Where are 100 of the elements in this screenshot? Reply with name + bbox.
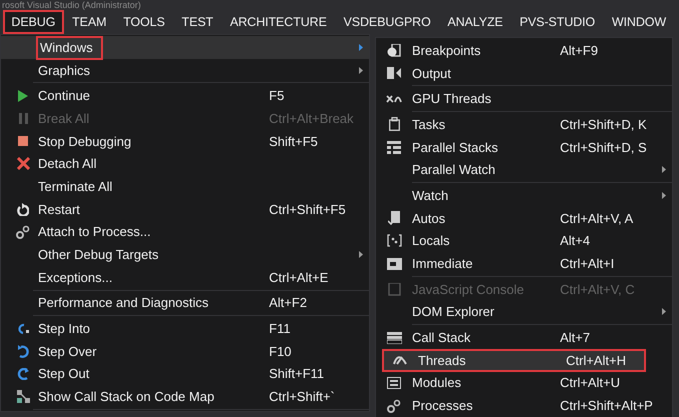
shortcut-text: Alt+F2	[269, 295, 307, 310]
pause-icon	[18, 112, 28, 124]
menu-item[interactable]: Call Stack Alt+7	[376, 326, 672, 349]
menu-item[interactable]: DOM Explorer	[376, 300, 672, 324]
menu-item-label: Parallel Watch	[412, 161, 496, 180]
play-icon	[18, 90, 28, 102]
menu-bar-item[interactable]: PVS-STUDIO	[511, 10, 604, 34]
menu-item-label: Step Into	[38, 320, 90, 338]
modules-icon	[387, 376, 401, 389]
menu-bar-item[interactable]: TOOLS	[114, 10, 174, 34]
menu-item[interactable]: Processes Ctrl+Shift+Alt+P	[376, 394, 672, 417]
menu-item[interactable]: Stop Debugging Shift+F5	[1, 130, 369, 152]
menu-item-label: Step Out	[38, 365, 90, 384]
menu-item-label: JavaScript Console	[412, 280, 524, 299]
shortcut-text: Ctrl+Alt+V, C	[560, 282, 635, 297]
menu-item[interactable]: Breakpoints Alt+F9	[376, 39, 672, 62]
menu-item[interactable]: Parallel Stacks Ctrl+Shift+D, S	[376, 136, 672, 158]
menu-item-label: Parallel Stacks	[412, 138, 498, 157]
menu-item[interactable]: Other Debug Targets	[1, 243, 369, 266]
shortcut-text: Alt+7	[560, 330, 590, 346]
menu-item-label: DOM Explorer	[412, 303, 494, 322]
step-over-icon	[17, 344, 29, 358]
document-icon	[388, 211, 400, 226]
menu-item[interactable]: Step Into F11	[1, 317, 369, 340]
menu-item-label: Break All	[38, 110, 90, 128]
menu-item[interactable]: Performance and Diagnostics Alt+F2	[1, 292, 369, 314]
menu-bar-item[interactable]: VSDEBUGPRO	[335, 10, 440, 34]
menu-item-label: Call Stack	[412, 329, 471, 348]
shortcut-text: Shift+F11	[269, 366, 324, 382]
menu-item[interactable]: Restart Ctrl+Shift+F5	[1, 198, 369, 220]
menu-item-label: Restart	[38, 200, 80, 219]
menu-item[interactable]: Immediate Ctrl+Alt+I	[376, 252, 672, 275]
menu-item[interactable]: Show Call Stack on Code Map Ctrl+Shift+`	[1, 385, 369, 408]
menu-item-label: Modules	[412, 374, 462, 392]
step-out-icon	[17, 368, 29, 380]
menu-item-label: Autos	[412, 210, 446, 228]
menu-item[interactable]: Threads Ctrl+Alt+H	[382, 348, 646, 372]
menu-item[interactable]: Graphics	[1, 58, 369, 82]
menu-item[interactable]: Locals Alt+4	[376, 230, 672, 252]
menu-item[interactable]: Modules Ctrl+Alt+U	[376, 372, 672, 394]
menu-item-label: Immediate	[412, 255, 473, 274]
menu-item[interactable]: Output	[376, 62, 672, 84]
shortcut-text: Ctrl+Shift+D, K	[560, 116, 647, 132]
menu-item-label: Attach to Process...	[38, 223, 151, 242]
menu-item[interactable]: Step Over F10	[1, 340, 369, 363]
menu-item[interactable]: Step Out Shift+F11	[1, 362, 369, 386]
window-icon	[386, 258, 402, 270]
restart-icon	[17, 202, 29, 216]
menu-item-label: Show Call Stack on Code Map	[38, 388, 214, 406]
shortcut-text: Ctrl+Shift+F5	[269, 202, 346, 217]
menu-item[interactable]: Parallel Watch	[376, 158, 672, 182]
shortcut-text: F5	[269, 88, 284, 104]
menu-item-label: Continue	[38, 87, 90, 106]
shortcut-text: Ctrl+Alt+V, A	[560, 210, 634, 226]
shortcut-text: Ctrl+Shift+Alt+P	[560, 398, 653, 414]
gears-icon	[16, 224, 30, 239]
brackets-icon	[386, 234, 402, 248]
menu-item-label: Breakpoints	[412, 42, 481, 60]
menu-item-label: Output	[412, 64, 452, 83]
menu-item[interactable]: Exceptions... Ctrl+Alt+E	[1, 266, 369, 289]
menu-item[interactable]: Tasks Ctrl+Shift+D, K	[376, 113, 672, 136]
menu-bar-item[interactable]: TEAM	[64, 10, 115, 34]
shortcut-text: Alt+F9	[560, 42, 598, 58]
shortcut-text: F11	[269, 321, 290, 336]
shortcut-text: Ctrl+Alt+Break	[269, 110, 354, 126]
gpu-threads-icon	[386, 94, 402, 104]
menu-item-label: Watch	[412, 186, 448, 205]
menu-item-label: Graphics	[38, 62, 90, 80]
gears-icon	[387, 398, 401, 413]
shortcut-text: Ctrl+Alt+E	[269, 270, 328, 285]
menu-item[interactable]: Terminate All	[1, 175, 369, 198]
menu-item[interactable]: Attach to Process...	[1, 220, 369, 244]
menu-item-label: Performance and Diagnostics	[38, 294, 209, 312]
shortcut-text: Ctrl+Alt+U	[560, 375, 620, 390]
menu-item-label: Threads	[418, 352, 466, 370]
menu-bar-item[interactable]: ANALYZE	[439, 10, 512, 34]
clipboard-icon	[388, 117, 400, 132]
menu-bar-item[interactable]: WINDOW	[603, 10, 674, 34]
menu-bar-item[interactable]: TEST	[173, 10, 222, 34]
window-title: rosoft Visual Studio (Administrator)	[1, 0, 142, 10]
menu-item[interactable]: Watch	[376, 184, 672, 207]
menu-item-label: GPU Threads	[412, 90, 492, 108]
menu-item-label: Step Over	[38, 342, 97, 361]
stack-icon	[386, 332, 402, 344]
menu-item-label: Other Debug Targets	[38, 246, 158, 264]
shortcut-text: Shift+F5	[269, 134, 318, 149]
menu-item[interactable]: Continue F5	[1, 84, 369, 108]
menu-item[interactable]: Autos Ctrl+Alt+V, A	[376, 206, 672, 230]
menu-item[interactable]: GPU Threads	[376, 87, 672, 110]
menu-item-label: Processes	[412, 397, 473, 416]
menu-bar-item[interactable]: ARCHITECTURE	[222, 10, 336, 34]
menu-item[interactable]: Detach All	[1, 152, 369, 176]
menu-item-label: Exceptions...	[38, 268, 112, 287]
menu-item[interactable]: Windows	[1, 36, 369, 59]
menu-item-label: Locals	[412, 232, 450, 250]
stop-icon	[18, 136, 28, 146]
menu-item-label: Tasks	[412, 116, 446, 134]
menu-item-label: Terminate All	[38, 178, 112, 196]
menu-item-label: Detach All	[38, 155, 97, 174]
menu-bar-item[interactable]: DEBUG	[3, 10, 64, 34]
